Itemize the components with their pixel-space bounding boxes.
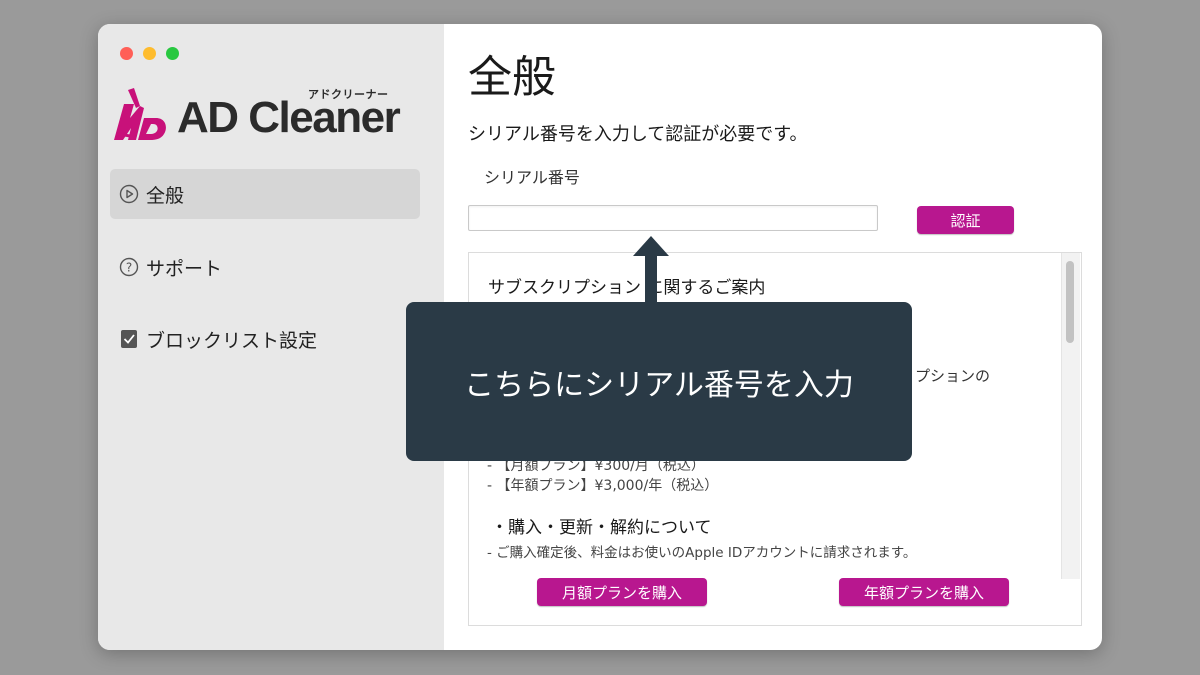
scrollbar-thumb[interactable] (1066, 261, 1074, 343)
zoom-window-button[interactable] (166, 47, 179, 60)
sidebar-item-label: サポート (146, 257, 223, 280)
sidebar-item-blocklist[interactable]: ブロックリスト設定 (110, 314, 420, 364)
serial-label: シリアル番号 (484, 168, 580, 187)
window-controls (120, 47, 179, 60)
billing-note: - ご購入確定後、料金はお使いのApple IDアカウントに請求されます。 (487, 545, 917, 561)
minimize-window-button[interactable] (143, 47, 156, 60)
scrollbar-track[interactable] (1061, 253, 1080, 579)
page-subtitle: シリアル番号を入力して認証が必要です。 (468, 124, 808, 145)
info-heading: サブスクリプション に関するご案内 (488, 278, 766, 298)
instruction-callout: こちらにシリアル番号を入力 (406, 302, 912, 461)
svg-text:?: ? (126, 261, 132, 275)
sidebar-item-label: 全般 (146, 184, 185, 207)
buy-yearly-button[interactable]: 年額プランを購入 (839, 578, 1009, 606)
authenticate-button[interactable]: 認証 (917, 206, 1014, 234)
logo-text: AD Cleaner (177, 93, 401, 142)
gear-icon (118, 183, 140, 205)
buy-monthly-button[interactable]: 月額プランを購入 (537, 578, 707, 606)
question-icon: ? (118, 256, 140, 278)
sidebar-item-support[interactable]: ? サポート (110, 242, 420, 292)
sidebar: アドクリーナー AD Cleaner 全般 ? サポート ブロックリスト設定 (98, 24, 444, 650)
sidebar-item-label: ブロックリスト設定 (146, 329, 318, 352)
arrow-up-icon (633, 236, 669, 306)
purchase-section-title: ・購入・更新・解約について (491, 518, 712, 538)
serial-number-input[interactable] (468, 205, 878, 231)
plan-yearly-text: - 【年額プラン】¥3,000/年（税込） (487, 478, 719, 494)
info-partial-text: プションの (915, 367, 991, 385)
sidebar-item-general[interactable]: 全般 (110, 169, 420, 219)
logo-mark-icon (114, 88, 166, 140)
close-window-button[interactable] (120, 47, 133, 60)
page-title: 全般 (468, 52, 556, 103)
app-logo: アドクリーナー AD Cleaner (110, 84, 410, 148)
checkbox-icon (118, 328, 140, 350)
